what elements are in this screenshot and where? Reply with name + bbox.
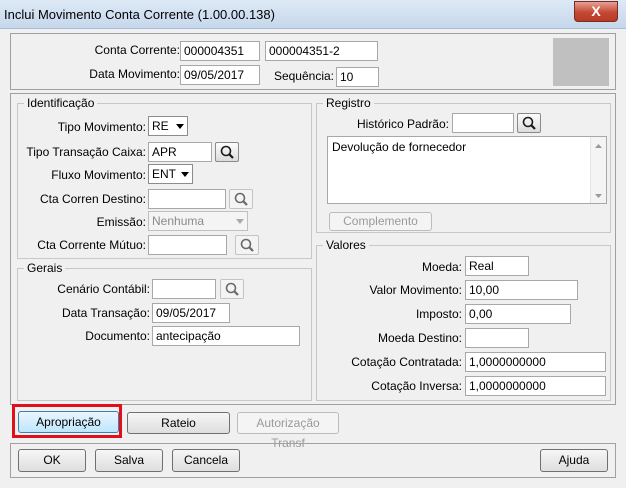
chevron-down-icon <box>181 172 189 177</box>
cenario-search-button[interactable] <box>220 279 244 299</box>
search-icon <box>220 145 234 159</box>
moeda-label: Moeda: <box>421 260 462 274</box>
rateio-button[interactable]: Rateio <box>127 412 230 434</box>
identificacao-title: Identificação <box>24 96 98 110</box>
cta-mutuo-label: Cta Corrente Mútuo: <box>37 238 146 252</box>
ok-button[interactable]: OK <box>18 449 86 472</box>
close-button[interactable]: X <box>574 1 618 22</box>
cotacao-inversa-input[interactable]: 1,0000000000 <box>465 376 606 396</box>
valores-title: Valores <box>323 238 369 252</box>
tipo-movimento-value: RE <box>152 119 169 133</box>
sequencia-label: Sequência: <box>273 69 334 83</box>
gerais-title: Gerais <box>24 261 66 275</box>
search-icon <box>240 238 254 252</box>
autorizacao-transf-button[interactable]: Autorização Transf <box>237 412 339 450</box>
moeda-input[interactable]: Real <box>465 256 529 276</box>
moeda-destino-input[interactable] <box>465 328 529 348</box>
registro-text: Devolução de fornecedor <box>332 140 467 154</box>
close-icon: X <box>591 3 601 19</box>
registro-scrollbar[interactable] <box>590 137 606 203</box>
historico-padrao-input[interactable] <box>452 113 514 133</box>
cenario-contabil-label: Cenário Contábil: <box>57 282 150 296</box>
tipo-transacao-label: Tipo Transação Caixa: <box>26 145 146 159</box>
fluxo-movimento-value: ENT <box>152 167 176 181</box>
tipo-movimento-select[interactable]: RE <box>148 116 188 136</box>
highlight-box <box>12 404 122 438</box>
window: Inclui Movimento Conta Corrente (1.00.00… <box>0 0 626 488</box>
fluxo-movimento-select[interactable]: ENT <box>148 164 193 184</box>
sequencia-input[interactable]: 10 <box>336 67 379 87</box>
emissao-select[interactable]: Nenhuma <box>148 211 248 231</box>
conta-corrente-input[interactable]: 000004351 <box>180 41 260 61</box>
cta-mutuo-search-button[interactable] <box>235 235 259 255</box>
historico-search-button[interactable] <box>517 113 541 133</box>
cta-mutuo-input[interactable] <box>148 235 227 255</box>
cenario-contabil-input[interactable] <box>152 279 216 299</box>
data-transacao-label: Data Transação: <box>61 306 150 320</box>
cta-destino-search-button[interactable] <box>229 189 253 209</box>
complemento-button[interactable]: Complemento <box>329 212 432 231</box>
valor-movimento-label: Valor Movimento: <box>369 283 462 297</box>
valor-movimento-input[interactable]: 10,00 <box>465 280 578 300</box>
scroll-up-icon <box>595 144 602 148</box>
search-icon <box>522 116 536 130</box>
chevron-down-icon <box>236 219 244 224</box>
fluxo-movimento-label: Fluxo Movimento: <box>51 168 146 182</box>
ajuda-button[interactable]: Ajuda <box>540 449 608 472</box>
title-bar: Inclui Movimento Conta Corrente (1.00.00… <box>0 0 626 29</box>
image-placeholder <box>553 38 609 86</box>
conta-corrente-label: Conta Corrente: <box>94 43 180 57</box>
cta-destino-label: Cta Corren Destino: <box>39 192 146 206</box>
documento-input[interactable]: antecipação <box>152 326 300 346</box>
data-transacao-input[interactable]: 09/05/2017 <box>152 303 230 323</box>
emissao-value: Nenhuma <box>152 214 205 228</box>
cotacao-contratada-input[interactable]: 1,0000000000 <box>465 352 606 372</box>
salva-button[interactable]: Salva <box>95 449 163 472</box>
emissao-label: Emissão: <box>96 215 146 229</box>
search-icon <box>225 282 239 296</box>
cta-destino-input[interactable] <box>148 189 226 209</box>
tipo-transacao-search-button[interactable] <box>215 142 239 162</box>
cotacao-contratada-label: Cotação Contratada: <box>351 355 462 369</box>
cancela-button[interactable]: Cancela <box>172 449 240 472</box>
registro-title: Registro <box>323 96 374 110</box>
tipo-movimento-label: Tipo Movimento: <box>57 120 146 134</box>
imposto-input[interactable]: 0,00 <box>465 304 571 324</box>
data-movimento-label: Data Movimento: <box>89 67 180 81</box>
scroll-down-icon <box>595 194 602 198</box>
moeda-destino-label: Moeda Destino: <box>377 331 462 345</box>
tipo-transacao-input[interactable]: APR <box>148 142 212 162</box>
chevron-down-icon <box>176 124 184 129</box>
window-title: Inclui Movimento Conta Corrente (1.00.00… <box>4 7 275 22</box>
conta-corrente-desc-field: 000004351-2 <box>265 41 378 61</box>
documento-label: Documento: <box>85 329 150 343</box>
registro-textarea[interactable]: Devolução de fornecedor <box>327 136 607 204</box>
search-icon <box>234 192 248 206</box>
cotacao-inversa-label: Cotação Inversa: <box>371 379 462 393</box>
historico-padrao-label: Histórico Padrão: <box>356 117 449 131</box>
imposto-label: Imposto: <box>415 307 462 321</box>
data-movimento-input[interactable]: 09/05/2017 <box>180 65 260 85</box>
